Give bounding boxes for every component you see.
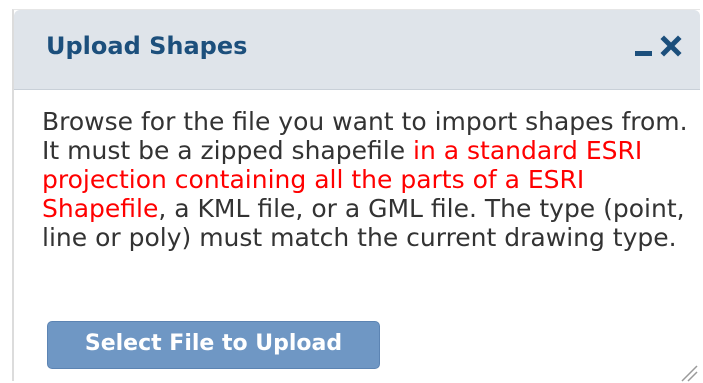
- minimize-icon[interactable]: [635, 51, 652, 56]
- close-icon[interactable]: [660, 35, 682, 57]
- resize-handle-icon[interactable]: [678, 362, 698, 382]
- select-file-button[interactable]: Select File to Upload: [47, 321, 380, 369]
- instructions-text: Browse for the file you want to import s…: [42, 107, 692, 252]
- upload-shapes-panel: Upload Shapes Browse for the file you wa…: [12, 9, 700, 382]
- panel-title: Upload Shapes: [46, 32, 248, 60]
- panel-header: Upload Shapes: [14, 10, 700, 90]
